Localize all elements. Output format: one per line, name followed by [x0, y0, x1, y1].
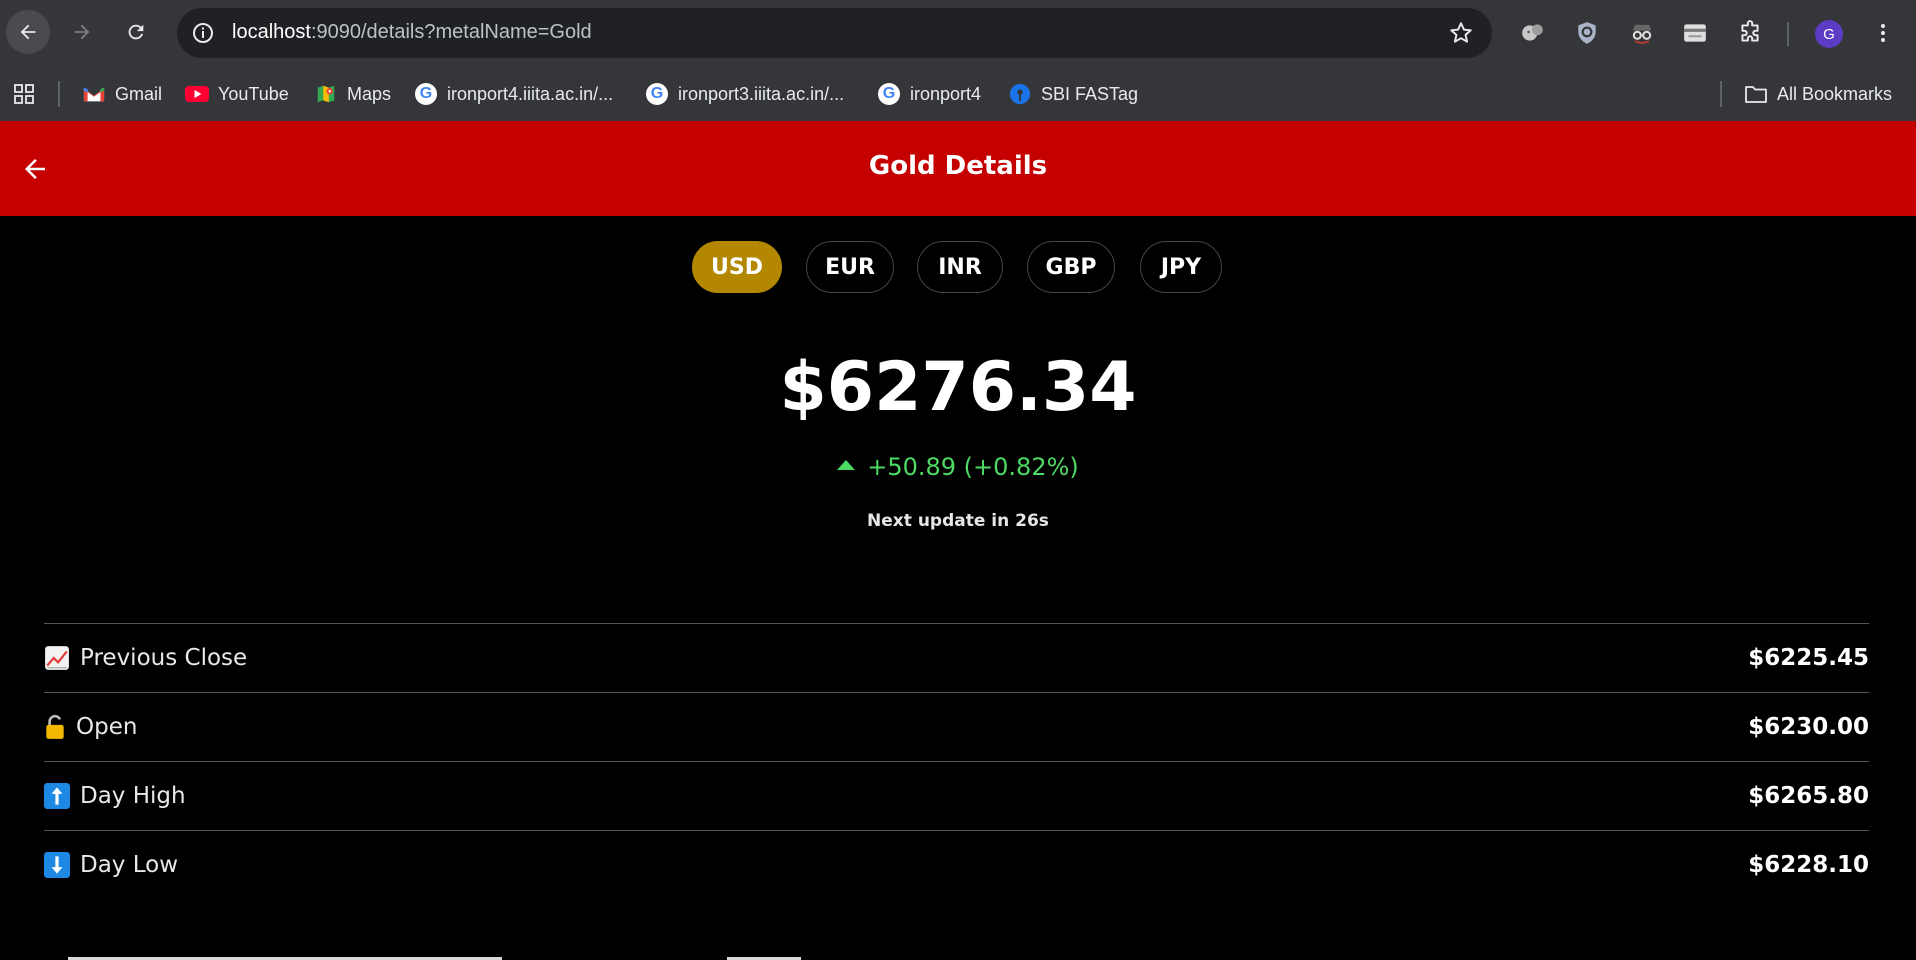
price-change-value: +50.89 (+0.82%)	[867, 453, 1079, 481]
stat-row-day-low: Day Low $6228.10	[44, 830, 1869, 899]
reload-button[interactable]	[114, 10, 158, 54]
bookmarks-separator	[58, 81, 60, 107]
folder-icon	[1744, 82, 1768, 106]
stat-value: $6265.80	[1748, 783, 1869, 809]
all-bookmarks-label: All Bookmarks	[1777, 83, 1893, 104]
stat-value: $6228.10	[1748, 852, 1869, 878]
bookmark-label: Maps	[347, 83, 392, 104]
stat-label: Day Low	[80, 852, 179, 878]
bookmark-maps[interactable]: Maps	[314, 81, 391, 107]
stat-label: Day High	[80, 783, 186, 809]
apps-grid-icon[interactable]	[12, 81, 36, 107]
currency-gbp-button[interactable]: GBP	[1027, 241, 1115, 293]
sbi-icon	[1008, 82, 1032, 106]
bookmark-youtube[interactable]: YouTube	[185, 81, 289, 107]
extension-shield-icon[interactable]	[1570, 16, 1604, 50]
current-price: $6276.34	[779, 348, 1137, 427]
bookmark-label: Gmail	[115, 83, 163, 104]
browser-menu-icon[interactable]	[1866, 16, 1900, 50]
url-text[interactable]: localhost:9090/details?metalName=Gold	[232, 21, 592, 44]
site-info-icon[interactable]	[191, 21, 215, 45]
bookmark-ironport3-iiita[interactable]: G ironport3.iiita.ac.in/...	[645, 81, 844, 107]
all-bookmarks-button[interactable]: All Bookmarks	[1744, 81, 1892, 107]
bookmark-label: YouTube	[218, 83, 289, 104]
chart-increasing-icon	[44, 645, 70, 671]
currency-inr-button[interactable]: INR	[917, 241, 1003, 293]
extension-cookie-icon[interactable]	[1516, 16, 1550, 50]
browser-toolbar: localhost:9090/details?metalName=Gold G	[0, 0, 1916, 67]
extension-card-icon[interactable]	[1678, 16, 1712, 50]
bookmark-star-icon[interactable]	[1448, 20, 1474, 46]
page-title: Gold Details	[868, 151, 1048, 181]
bookmark-label: ironport4.iiita.ac.in/...	[447, 83, 614, 104]
youtube-icon	[185, 82, 209, 106]
google-icon: G	[645, 82, 669, 106]
url-host: localhost	[232, 21, 311, 43]
bookmark-ironport4[interactable]: G ironport4	[877, 81, 981, 107]
currency-selector: USD EUR INR GBP JPY	[0, 241, 1916, 293]
stat-row-day-high: Day High $6265.80	[44, 761, 1869, 830]
bookmarks-bar: Gmail YouTube Maps G ironport4.iiita.ac.…	[0, 67, 1916, 121]
forward-button[interactable]	[60, 10, 104, 54]
url-path: :9090/details?metalName=Gold	[310, 21, 592, 43]
back-button[interactable]	[6, 10, 50, 54]
google-icon: G	[877, 82, 901, 106]
currency-eur-button[interactable]: EUR	[806, 241, 894, 293]
address-bar[interactable]: localhost:9090/details?metalName=Gold	[177, 8, 1492, 58]
app-header: Gold Details	[0, 121, 1916, 216]
currency-usd-button[interactable]: USD	[692, 241, 782, 293]
unlocked-icon	[44, 714, 66, 740]
price-change: +50.89 (+0.82%)	[0, 453, 1916, 481]
toolbar-separator	[1787, 22, 1789, 46]
arrow-right-icon	[74, 24, 90, 40]
up-triangle-icon	[837, 460, 856, 470]
stats-list: Previous Close $6225.45 Open $6230.00 Da…	[44, 623, 1869, 899]
bookmark-label: ironport3.iiita.ac.in/...	[678, 83, 845, 104]
stat-value: $6230.00	[1748, 714, 1869, 740]
stat-row-previous-close: Previous Close $6225.45	[44, 623, 1869, 692]
up-arrow-icon	[44, 783, 70, 809]
browser-chrome: localhost:9090/details?metalName=Gold G	[0, 0, 1916, 121]
maps-icon	[314, 82, 338, 106]
stat-label: Previous Close	[80, 645, 248, 671]
extensions-puzzle-icon[interactable]	[1733, 16, 1767, 50]
gmail-icon	[82, 82, 106, 106]
bookmark-gmail[interactable]: Gmail	[82, 81, 162, 107]
profile-avatar[interactable]: G	[1815, 20, 1843, 48]
currency-jpy-button[interactable]: JPY	[1140, 241, 1222, 293]
bookmark-ironport4-iiita[interactable]: G ironport4.iiita.ac.in/...	[414, 81, 613, 107]
down-arrow-icon	[44, 852, 70, 878]
google-icon: G	[414, 82, 438, 106]
reload-icon	[128, 24, 144, 40]
bookmark-sbi-fastag[interactable]: SBI FASTag	[1008, 81, 1138, 107]
bookmark-label: SBI FASTag	[1041, 83, 1139, 104]
bookmark-label: ironport4	[910, 83, 982, 104]
stat-label: Open	[76, 714, 138, 740]
stat-value: $6225.45	[1748, 645, 1869, 671]
arrow-left-icon	[20, 24, 36, 40]
stat-row-open: Open $6230.00	[44, 692, 1869, 761]
next-update-countdown: Next update in 26s	[867, 511, 1049, 531]
extension-spy-icon[interactable]	[1625, 16, 1659, 50]
bookmarks-separator	[1720, 81, 1722, 107]
